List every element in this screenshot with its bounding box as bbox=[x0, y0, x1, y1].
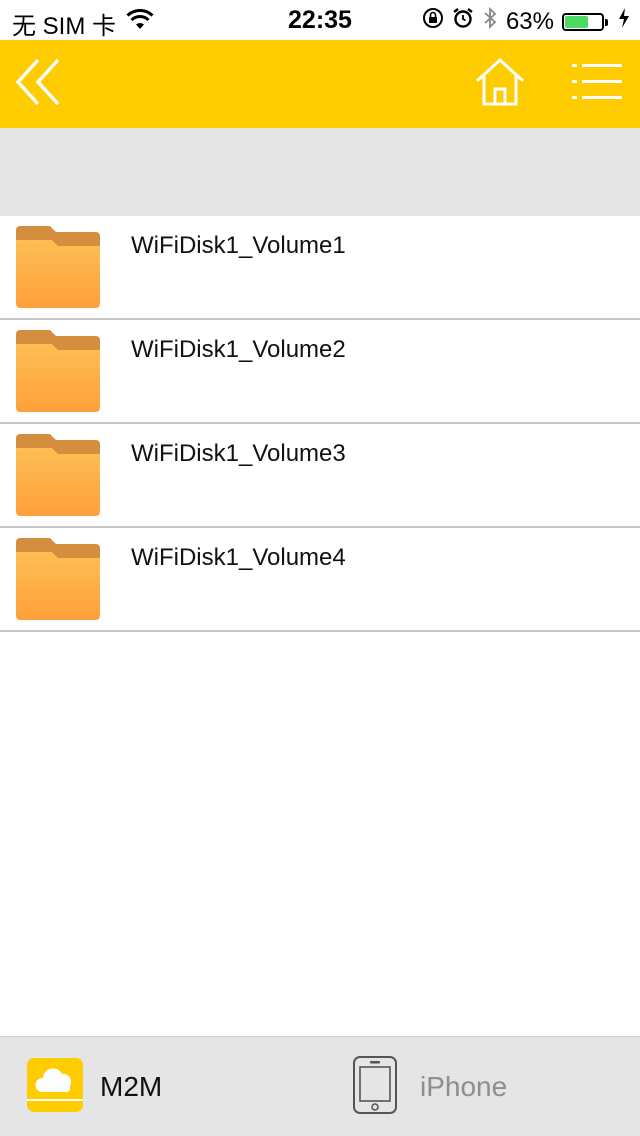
file-name: WiFiDisk1_Volume2 bbox=[131, 336, 346, 363]
folder-icon bbox=[16, 538, 100, 620]
bluetooth-icon bbox=[482, 6, 498, 37]
home-icon bbox=[473, 56, 527, 113]
status-bar: 无 SIM 卡 22:35 63% bbox=[0, 0, 640, 40]
battery-percent: 63% bbox=[505, 7, 554, 35]
list-item[interactable]: WiFiDisk1_Volume2 bbox=[0, 320, 640, 424]
battery-fill bbox=[565, 15, 588, 28]
tab-m2m[interactable]: M2M bbox=[26, 1037, 162, 1136]
nav-bar bbox=[0, 40, 640, 128]
path-bar bbox=[0, 128, 640, 216]
file-name: WiFiDisk1_Volume1 bbox=[131, 232, 346, 259]
home-button[interactable] bbox=[470, 54, 530, 114]
tab-iphone[interactable]: iPhone bbox=[352, 1037, 507, 1136]
cloud-drive-icon bbox=[26, 1056, 84, 1119]
menu-button[interactable] bbox=[568, 54, 628, 114]
charging-icon bbox=[618, 7, 630, 36]
list-item[interactable]: WiFiDisk1_Volume3 bbox=[0, 424, 640, 528]
list-item[interactable]: WiFiDisk1_Volume4 bbox=[0, 528, 640, 632]
menu-icon bbox=[572, 62, 624, 107]
back-button[interactable] bbox=[10, 54, 70, 114]
file-list: WiFiDisk1_Volume1 WiFiDisk1_Volume2 WiFi… bbox=[0, 216, 640, 632]
app-screen: 无 SIM 卡 22:35 63% WiFiDisk1_Volume1 WiFi… bbox=[0, 0, 640, 1136]
folder-icon bbox=[16, 226, 100, 308]
file-name: WiFiDisk1_Volume3 bbox=[131, 440, 346, 467]
folder-icon bbox=[16, 330, 100, 412]
file-name: WiFiDisk1_Volume4 bbox=[131, 544, 346, 571]
phone-icon bbox=[352, 1055, 398, 1120]
list-item[interactable]: WiFiDisk1_Volume1 bbox=[0, 216, 640, 320]
folder-icon bbox=[16, 434, 100, 516]
double-chevron-left-icon bbox=[12, 56, 68, 113]
alarm-icon bbox=[452, 7, 474, 36]
tab-label-m2m: M2M bbox=[100, 1071, 163, 1102]
orientation-lock-icon bbox=[422, 7, 444, 36]
tab-label-iphone: iPhone bbox=[420, 1071, 508, 1102]
battery-icon bbox=[562, 12, 608, 31]
status-right: 63% bbox=[422, 6, 630, 37]
tab-bar: M2M iPhone bbox=[0, 1036, 640, 1136]
